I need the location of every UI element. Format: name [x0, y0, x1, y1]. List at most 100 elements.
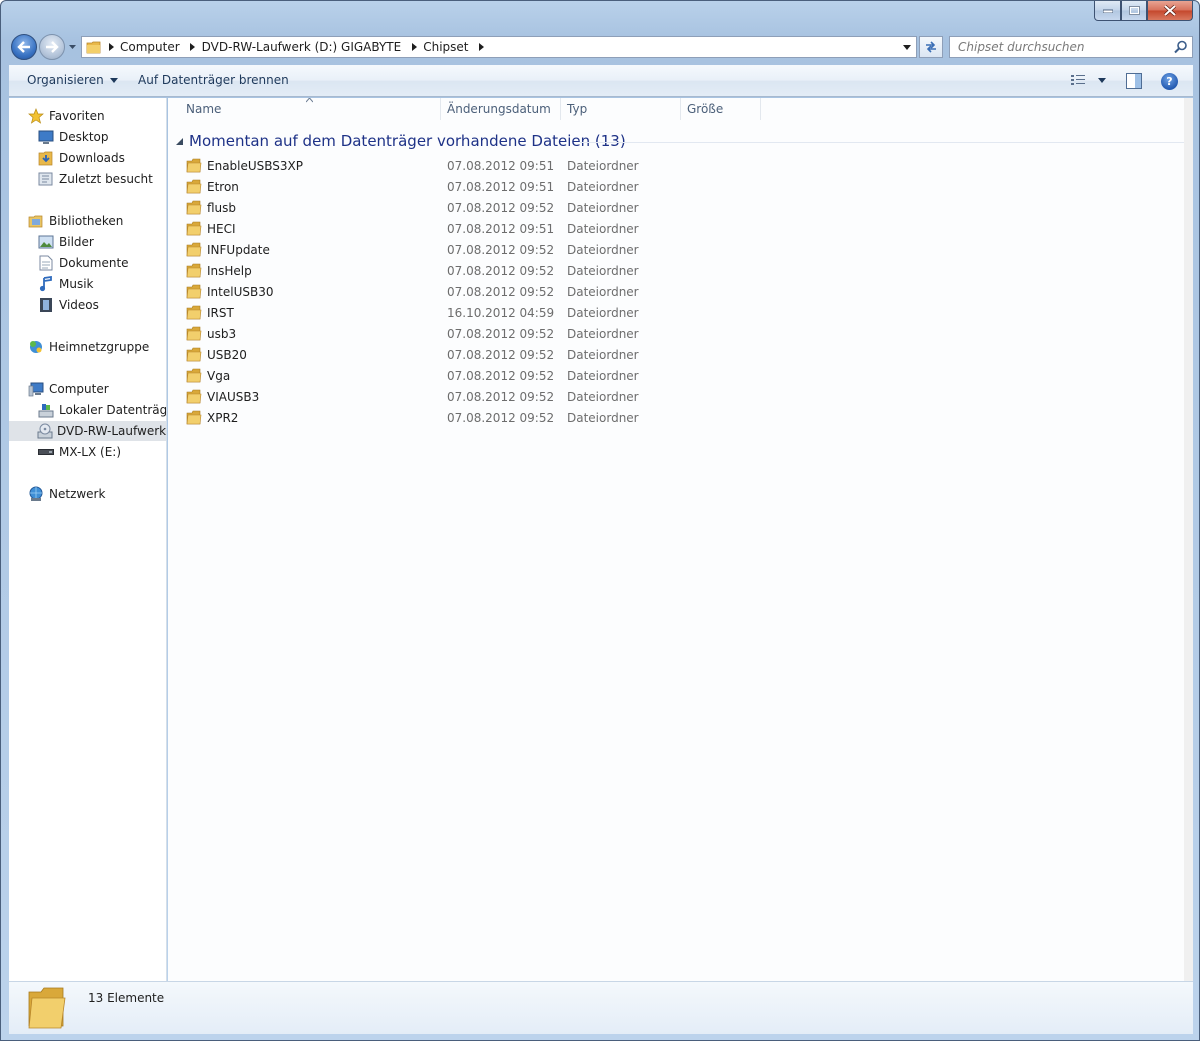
- file-name: USB20: [207, 348, 247, 362]
- file-row[interactable]: Etron 07.08.2012 09:51 Dateiordner: [186, 177, 656, 197]
- preview-pane-button[interactable]: [1126, 73, 1142, 92]
- sidebar-item-downloads[interactable]: Downloads: [37, 148, 125, 168]
- sidebar-item-desktop[interactable]: Desktop: [37, 127, 109, 147]
- column-header-date[interactable]: Änderungsdatum: [441, 98, 559, 120]
- sidebar-item-computer[interactable]: Computer: [27, 379, 109, 399]
- breadcrumb-computer[interactable]: Computer: [118, 40, 186, 54]
- sidebar-item-label: Dokumente: [59, 256, 129, 270]
- group-divider: [580, 142, 1184, 143]
- organize-button[interactable]: Organisieren: [27, 73, 118, 87]
- address-history-button[interactable]: [898, 37, 916, 57]
- folder-icon: [186, 410, 202, 425]
- folder-icon: [186, 305, 202, 320]
- refresh-button[interactable]: [919, 36, 943, 58]
- file-row[interactable]: VIAUSB3 07.08.2012 09:52 Dateiordner: [186, 387, 656, 407]
- address-bar[interactable]: Computer DVD-RW-Laufwerk (D:) GIGABYTE C…: [81, 36, 917, 58]
- file-row[interactable]: USB20 07.08.2012 09:52 Dateiordner: [186, 345, 656, 365]
- file-type: Dateiordner: [567, 264, 639, 278]
- sidebar-item-music[interactable]: Musik: [37, 274, 94, 294]
- sidebar-item-label: MX-LX (E:): [59, 445, 122, 459]
- sidebar-item-pictures[interactable]: Bilder: [37, 232, 94, 252]
- breadcrumb-chipset[interactable]: Chipset: [421, 40, 474, 54]
- forward-button[interactable]: [39, 34, 65, 60]
- file-row[interactable]: IRST 16.10.2012 04:59 Dateiordner: [186, 303, 656, 323]
- file-type: Dateiordner: [567, 222, 639, 236]
- sidebar-item-dvd-drive[interactable]: DVD-RW-Laufwerk (: [9, 421, 167, 441]
- downloads-folder-icon: [37, 150, 55, 166]
- homegroup-icon: [27, 339, 45, 355]
- videos-icon: [37, 297, 55, 313]
- group-title: Momentan auf dem Datenträger vorhandene …: [189, 132, 626, 150]
- explorer-window: Computer DVD-RW-Laufwerk (D:) GIGABYTE C…: [0, 0, 1200, 1041]
- breadcrumb-arrow-icon[interactable]: [104, 37, 118, 57]
- breadcrumb-arrow-icon[interactable]: [186, 37, 200, 57]
- file-row[interactable]: IntelUSB30 07.08.2012 09:52 Dateiordner: [186, 282, 656, 302]
- file-name: InsHelp: [207, 264, 252, 278]
- sidebar-item-homegroup[interactable]: Heimnetzgruppe: [27, 337, 149, 357]
- file-date: 07.08.2012 09:51: [447, 222, 555, 236]
- music-icon: [37, 276, 55, 292]
- file-date: 07.08.2012 09:52: [447, 390, 555, 404]
- sidebar-item-videos[interactable]: Videos: [37, 295, 99, 315]
- column-header-type[interactable]: Typ: [561, 98, 679, 120]
- command-bar: Organisieren Auf Datenträger brennen ?: [9, 65, 1193, 97]
- navigation-row: Computer DVD-RW-Laufwerk (D:) GIGABYTE C…: [9, 32, 1193, 62]
- organize-label: Organisieren: [27, 73, 104, 87]
- computer-icon: [27, 381, 45, 397]
- close-button[interactable]: [1147, 1, 1193, 21]
- search-box: [949, 36, 1193, 58]
- column-header-label: Typ: [567, 102, 588, 116]
- file-name: IntelUSB30: [207, 285, 274, 299]
- details-pane: 13 Elemente: [9, 981, 1193, 1034]
- sidebar-item-local-disk[interactable]: Lokaler Datenträger: [37, 400, 166, 420]
- file-date: 07.08.2012 09:52: [447, 327, 555, 341]
- file-row[interactable]: XPR2 07.08.2012 09:52 Dateiordner: [186, 408, 656, 428]
- help-button[interactable]: ?: [1161, 73, 1178, 90]
- folder-icon: [186, 221, 202, 236]
- file-row[interactable]: flusb 07.08.2012 09:52 Dateiordner: [186, 198, 656, 218]
- recent-pages-button[interactable]: [67, 42, 77, 52]
- file-list: Name Änderungsdatum Typ Größe Momentan a…: [168, 98, 1184, 981]
- sidebar-item-network[interactable]: Netzwerk: [27, 484, 105, 504]
- burn-label: Auf Datenträger brennen: [138, 73, 289, 87]
- sidebar-item-documents[interactable]: Dokumente: [37, 253, 129, 273]
- maximize-button[interactable]: [1121, 1, 1147, 21]
- file-row[interactable]: Vga 07.08.2012 09:52 Dateiordner: [186, 366, 656, 386]
- search-icon[interactable]: [1174, 40, 1188, 54]
- sidebar-item-libraries[interactable]: Bibliotheken: [27, 211, 123, 231]
- breadcrumb-arrow-icon[interactable]: [407, 37, 421, 57]
- file-row[interactable]: usb3 07.08.2012 09:52 Dateiordner: [186, 324, 656, 344]
- sidebar-item-label: DVD-RW-Laufwerk (: [57, 424, 167, 438]
- folder-icon: [186, 158, 202, 173]
- chevron-down-icon: [1098, 77, 1106, 83]
- breadcrumb-dvd-drive[interactable]: DVD-RW-Laufwerk (D:) GIGABYTE: [200, 40, 408, 54]
- breadcrumb-arrow-icon[interactable]: [474, 37, 488, 57]
- change-view-button[interactable]: [1070, 73, 1106, 87]
- group-header[interactable]: Momentan auf dem Datenträger vorhandene …: [176, 132, 626, 150]
- sidebar-item-favorites[interactable]: Favoriten: [27, 106, 105, 126]
- removable-drive-icon: [37, 444, 55, 460]
- scrollbar[interactable]: [1184, 98, 1193, 981]
- file-row[interactable]: HECI 07.08.2012 09:51 Dateiordner: [186, 219, 656, 239]
- help-icon: ?: [1166, 75, 1173, 88]
- burn-to-disc-button[interactable]: Auf Datenträger brennen: [138, 73, 289, 87]
- column-header-size[interactable]: Größe: [681, 98, 759, 120]
- sidebar-item-usb-drive[interactable]: MX-LX (E:): [37, 442, 121, 462]
- file-row[interactable]: InsHelp 07.08.2012 09:52 Dateiordner: [186, 261, 656, 281]
- file-type: Dateiordner: [567, 411, 639, 425]
- sidebar-item-label: Downloads: [59, 151, 125, 165]
- file-name: IRST: [207, 306, 234, 320]
- column-divider[interactable]: [760, 98, 761, 120]
- sidebar-item-recent[interactable]: Zuletzt besucht: [37, 169, 153, 189]
- minimize-button[interactable]: [1094, 1, 1121, 21]
- folder-icon: [186, 389, 202, 404]
- file-name: HECI: [207, 222, 236, 236]
- file-row[interactable]: INFUpdate 07.08.2012 09:52 Dateiordner: [186, 240, 656, 260]
- preview-pane-icon: [1126, 73, 1142, 89]
- back-button[interactable]: [11, 34, 37, 60]
- file-type: Dateiordner: [567, 369, 639, 383]
- file-name: VIAUSB3: [207, 390, 260, 404]
- file-name: Vga: [207, 369, 231, 383]
- search-input[interactable]: [950, 37, 1170, 57]
- file-row[interactable]: EnableUSBS3XP 07.08.2012 09:51 Dateiordner: [186, 156, 656, 176]
